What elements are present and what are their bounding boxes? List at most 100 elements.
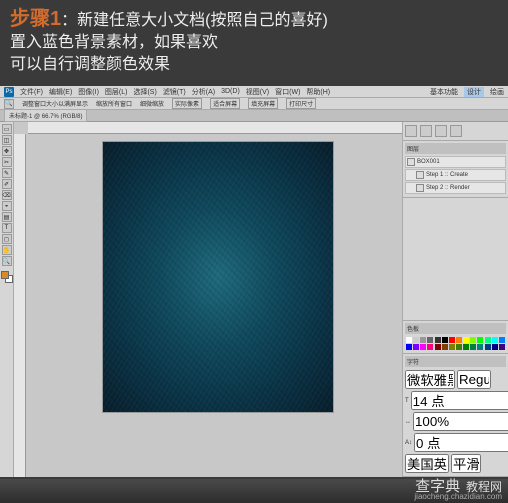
layer-row: Step 1 :: Create bbox=[405, 169, 506, 181]
brush-tool[interactable]: ✎ bbox=[2, 168, 12, 178]
clone-tool[interactable]: ▤ bbox=[2, 212, 12, 222]
toolbox: ▭ ◫ ✥ ✂ ✎ ✐ ⌫ ◒ ▤ T ◻ ✋ 🔍 bbox=[0, 122, 14, 477]
move-tool[interactable]: ▭ bbox=[2, 124, 12, 134]
swatch[interactable] bbox=[427, 337, 433, 343]
layer-group-name[interactable]: BOX001 bbox=[417, 159, 440, 165]
lang-input[interactable] bbox=[405, 454, 449, 473]
swatch[interactable] bbox=[499, 344, 505, 350]
swatch[interactable] bbox=[435, 337, 441, 343]
swatch[interactable] bbox=[470, 344, 476, 350]
font-style-input[interactable] bbox=[457, 370, 491, 389]
opt-fill-screen[interactable]: 填充屏幕 bbox=[248, 98, 278, 109]
visibility-icon[interactable] bbox=[407, 158, 415, 166]
canvas-area bbox=[14, 122, 402, 477]
swatch[interactable] bbox=[449, 344, 455, 350]
info-icon[interactable] bbox=[435, 125, 447, 137]
swatch[interactable] bbox=[442, 337, 448, 343]
swatch[interactable] bbox=[456, 344, 462, 350]
ruler-horizontal bbox=[28, 122, 402, 134]
menu-analysis[interactable]: 分析(A) bbox=[192, 87, 215, 97]
swatch[interactable] bbox=[463, 337, 469, 343]
font-family-input[interactable] bbox=[405, 370, 455, 389]
font-size-input[interactable] bbox=[411, 391, 508, 410]
canvas-document[interactable] bbox=[103, 142, 333, 412]
layer-name[interactable]: Step 1 :: Create bbox=[426, 172, 468, 178]
actions-icon[interactable] bbox=[420, 125, 432, 137]
opt-actual[interactable]: 实际像素 bbox=[172, 98, 202, 109]
opt-scrubby[interactable]: 细微缩放 bbox=[140, 99, 164, 108]
fg-color[interactable] bbox=[1, 271, 9, 279]
navigator-icon[interactable] bbox=[450, 125, 462, 137]
swatch[interactable] bbox=[477, 337, 483, 343]
swatch[interactable] bbox=[477, 344, 483, 350]
gradient-tool[interactable]: ◒ bbox=[2, 201, 12, 211]
step-label: 步骤1 bbox=[10, 8, 61, 30]
baseline-icon: A↕ bbox=[405, 440, 412, 446]
swatch[interactable] bbox=[435, 344, 441, 350]
layer-row: Step 2 :: Render bbox=[405, 182, 506, 194]
layers-title[interactable]: 图层 bbox=[405, 143, 506, 154]
type-tool[interactable]: T bbox=[2, 223, 12, 233]
menu-file[interactable]: 文件(F) bbox=[20, 87, 43, 97]
workspace-design[interactable]: 设计 bbox=[464, 87, 484, 97]
header-line3: 可以自行调整颜色效果 bbox=[10, 54, 498, 76]
opt-print-size[interactable]: 打印尺寸 bbox=[286, 98, 316, 109]
swatches-panel: 色板 bbox=[403, 321, 508, 354]
swatch[interactable] bbox=[413, 337, 419, 343]
swatch[interactable] bbox=[492, 337, 498, 343]
shape-tool[interactable]: ◻ bbox=[2, 234, 12, 244]
swatch[interactable] bbox=[499, 337, 505, 343]
swatch[interactable] bbox=[449, 337, 455, 343]
swatch[interactable] bbox=[492, 344, 498, 350]
swatches-grid bbox=[405, 336, 506, 351]
swatch[interactable] bbox=[485, 344, 491, 350]
crop-tool[interactable]: ✂ bbox=[2, 157, 12, 167]
fg-bg-colors[interactable] bbox=[1, 271, 13, 283]
swatch[interactable] bbox=[406, 344, 412, 350]
swatches-title[interactable]: 色板 bbox=[405, 323, 506, 334]
workspace-paint[interactable]: 绘画 bbox=[490, 87, 504, 97]
swatch[interactable] bbox=[420, 337, 426, 343]
swatch[interactable] bbox=[406, 337, 412, 343]
swatch[interactable] bbox=[420, 344, 426, 350]
lasso-tool[interactable]: ✥ bbox=[2, 146, 12, 156]
zoom-tool[interactable]: 🔍 bbox=[2, 256, 12, 266]
menu-help[interactable]: 帮助(H) bbox=[306, 87, 330, 97]
menu-layer[interactable]: 图层(L) bbox=[105, 87, 128, 97]
menu-select[interactable]: 选择(S) bbox=[133, 87, 156, 97]
swatch[interactable] bbox=[470, 337, 476, 343]
antialias-input[interactable] bbox=[451, 454, 481, 473]
tracking-input[interactable] bbox=[413, 412, 508, 431]
swatch[interactable] bbox=[427, 344, 433, 350]
layers-panel: 图层 BOX001 Step 1 :: Create Step 2 :: Ren… bbox=[403, 141, 508, 198]
spacer-panel bbox=[403, 198, 508, 321]
menu-image[interactable]: 图像(I) bbox=[78, 87, 99, 97]
history-icon[interactable] bbox=[405, 125, 417, 137]
workspace-basic[interactable]: 基本功能 bbox=[430, 87, 458, 97]
marquee-tool[interactable]: ◫ bbox=[2, 135, 12, 145]
baseline-input[interactable] bbox=[414, 433, 508, 452]
visibility-icon[interactable] bbox=[416, 184, 424, 192]
visibility-icon[interactable] bbox=[416, 171, 424, 179]
swatch[interactable] bbox=[413, 344, 419, 350]
menu-view[interactable]: 视图(V) bbox=[246, 87, 269, 97]
size-icon: T bbox=[405, 398, 409, 404]
swatch[interactable] bbox=[485, 337, 491, 343]
hand-tool[interactable]: ✋ bbox=[2, 245, 12, 255]
swatch[interactable] bbox=[463, 344, 469, 350]
eraser-tool[interactable]: ⌫ bbox=[2, 190, 12, 200]
document-tab[interactable]: 未标题-1 @ 66.7% (RGB/8) bbox=[4, 109, 87, 122]
opt-zoom-all[interactable]: 缩放所有窗口 bbox=[96, 99, 132, 108]
menu-filter[interactable]: 滤镜(T) bbox=[163, 87, 186, 97]
menu-window[interactable]: 窗口(W) bbox=[275, 87, 300, 97]
swatch[interactable] bbox=[456, 337, 462, 343]
opt-fit-window[interactable]: 调整窗口大小以满屏显示 bbox=[22, 99, 88, 108]
layer-name[interactable]: Step 2 :: Render bbox=[426, 185, 470, 191]
mini-icons-panel bbox=[403, 122, 508, 141]
opt-fit-screen[interactable]: 适合屏幕 bbox=[210, 98, 240, 109]
menu-3d[interactable]: 3D(D) bbox=[221, 88, 240, 95]
swatch[interactable] bbox=[442, 344, 448, 350]
char-title[interactable]: 字符 bbox=[405, 356, 506, 367]
pencil-tool[interactable]: ✐ bbox=[2, 179, 12, 189]
menu-edit[interactable]: 编辑(E) bbox=[49, 87, 72, 97]
